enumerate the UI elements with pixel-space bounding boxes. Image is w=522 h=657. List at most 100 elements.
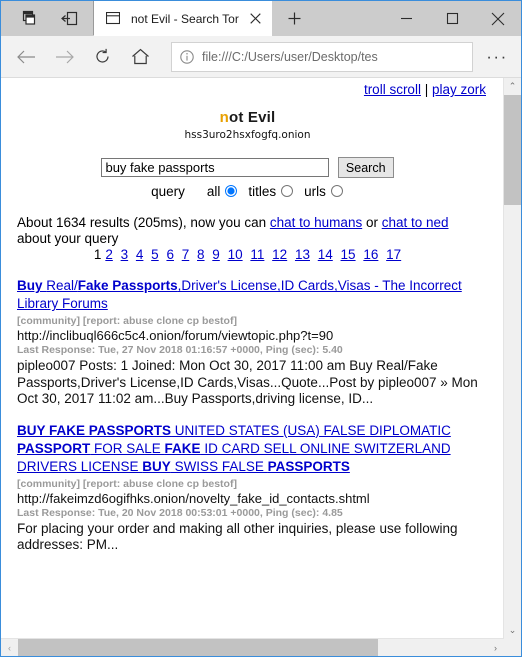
result-title-text: UNITED STATES (USA) FALSE DIPLOMATIC (171, 422, 451, 438)
tab-preview-icon[interactable] (9, 2, 47, 36)
radio-titles[interactable] (281, 185, 294, 198)
vertical-scrollbar[interactable]: ⌃ ⌄ (503, 78, 521, 639)
title-bar: not Evil - Search Tor (1, 1, 521, 36)
page-link-3[interactable]: 3 (121, 247, 129, 262)
scroll-right-icon[interactable]: › (487, 639, 504, 656)
results-summary: About 1634 results (205ms), now you can … (9, 215, 486, 247)
page-link-16[interactable]: 16 (363, 247, 378, 262)
logo-first-letter: n (219, 109, 229, 126)
pagination: 12 3 4 5 6 7 8 9 10 11 12 13 14 15 16 17 (9, 247, 486, 263)
troll-scroll-link[interactable]: troll scroll (364, 82, 421, 97)
search-result: Buy Real/Fake Passports,Driver's License… (9, 277, 486, 408)
back-button-icon[interactable] (7, 40, 45, 74)
result-title-highlight: FAKE (164, 440, 201, 456)
set-tabs-aside-icon[interactable] (51, 2, 89, 36)
search-button[interactable]: Search (337, 157, 394, 178)
result-title-highlight: BUY FAKE PASSPORTS (17, 422, 172, 438)
page-link-5[interactable]: 5 (151, 247, 159, 262)
page-link-17[interactable]: 17 (386, 247, 401, 262)
browser-window: not Evil - Search Tor file:///C:/Users/u… (0, 0, 522, 657)
vertical-scroll-thumb[interactable] (504, 95, 521, 205)
search-scope-options: query all titles urls (9, 184, 486, 199)
scroll-up-icon[interactable]: ⌃ (504, 78, 521, 95)
result-url: http://fakeimzd6ogifhks.onion/novelty_fa… (17, 490, 370, 506)
result-url: http://inclibuql666c5c4.onion/forum/view… (17, 328, 334, 344)
results-info-middle: or (362, 215, 382, 231)
maximize-button[interactable] (429, 1, 475, 36)
forward-button-icon[interactable] (45, 40, 83, 74)
result-title-highlight: Buy (17, 278, 47, 294)
page-link-10[interactable]: 10 (228, 247, 243, 262)
window-controls (383, 1, 521, 36)
search-row: Search (9, 157, 486, 178)
info-icon[interactable] (172, 49, 202, 64)
radio-all[interactable] (225, 185, 238, 198)
chat-to-humans-link[interactable]: chat to humans (270, 215, 362, 230)
logo-rest: ot Evil (228, 109, 276, 126)
page-link-4[interactable]: 4 (136, 247, 144, 262)
result-tags[interactable]: [community] [report: abuse clone cp best… (17, 314, 478, 328)
refresh-button-icon[interactable] (83, 40, 121, 74)
result-title-link[interactable]: Buy Real/Fake Passports,Driver's License… (17, 278, 462, 311)
play-zork-link[interactable]: play zork (432, 82, 486, 97)
scroll-left-icon[interactable]: ‹ (1, 639, 18, 656)
minimize-button[interactable] (383, 1, 429, 36)
result-tags[interactable]: [community] [report: abuse clone cp best… (17, 477, 478, 491)
page-link-11[interactable]: 11 (250, 247, 264, 262)
scroll-down-icon[interactable]: ⌄ (504, 622, 521, 639)
scrollbar-corner (504, 639, 521, 656)
page-link-14[interactable]: 14 (318, 247, 333, 262)
new-tab-button[interactable] (272, 1, 316, 36)
result-snippet: pipleo007 Posts: 1 Joined: Mon Oct 30, 2… (17, 358, 478, 407)
browser-tab[interactable]: not Evil - Search Tor (94, 1, 272, 36)
onion-address: hss3uro2hsxfogfq.onion (184, 129, 311, 141)
result-meta: Last Response: Tue, 27 Nov 2018 01:16:57… (17, 344, 343, 357)
address-bar[interactable]: file:///C:/Users/user/Desktop/tes (171, 41, 473, 72)
result-title-highlight: BUY (142, 458, 171, 474)
page-link-6[interactable]: 6 (166, 247, 174, 262)
home-button-icon[interactable] (121, 40, 159, 74)
result-title-highlight: PASSPORT (17, 440, 91, 456)
radio-urls[interactable] (330, 185, 343, 198)
toplinks-separator: | (420, 82, 432, 97)
page-link-12[interactable]: 12 (272, 247, 287, 262)
page-current: 1 (93, 247, 102, 263)
chat-to-ned-link[interactable]: chat to ned (382, 215, 449, 230)
page-content: troll scroll | play zork not Evil hss3ur… (1, 78, 496, 643)
page-viewport: troll scroll | play zork not Evil hss3ur… (1, 77, 521, 656)
result-meta: Last Response: Tue, 20 Nov 2018 00:53:01… (17, 506, 343, 519)
option-label-urls: urls (304, 184, 326, 199)
horizontal-scroll-thumb[interactable] (18, 639, 378, 656)
option-label-titles: titles (248, 184, 277, 199)
result-snippet: For placing your order and making all ot… (17, 520, 458, 553)
more-options-icon[interactable]: ··· (479, 47, 515, 67)
result-title-text: FOR SALE (90, 440, 165, 456)
top-links: troll scroll | play zork (9, 78, 486, 97)
result-title-text: Real/ (46, 278, 78, 294)
page-link-8[interactable]: 8 (197, 247, 205, 262)
results-info-suffix: about your query (17, 231, 119, 247)
result-title-link[interactable]: BUY FAKE PASSPORTS UNITED STATES (USA) F… (17, 423, 451, 474)
page-link-7[interactable]: 7 (182, 247, 190, 262)
page-link-2[interactable]: 2 (105, 247, 113, 262)
navigation-bar: file:///C:/Users/user/Desktop/tes ··· (1, 36, 521, 77)
titlebar-left-icons (1, 1, 93, 36)
site-logo: not Evil (9, 109, 486, 126)
page-link-9[interactable]: 9 (212, 247, 220, 262)
result-title-highlight: PASSPORTS (267, 458, 350, 474)
close-window-button[interactable] (475, 1, 521, 36)
close-tab-icon[interactable] (242, 6, 268, 32)
result-title-text: SWISS FALSE (170, 458, 268, 474)
horizontal-scrollbar[interactable]: ‹ › (1, 638, 504, 656)
result-title-highlight: Fake Passports (77, 278, 178, 294)
results-list: Buy Real/Fake Passports,Driver's License… (9, 277, 486, 554)
results-count-text: About 1634 results (205ms), now you can (17, 215, 270, 231)
query-label: query (151, 184, 185, 199)
search-result: BUY FAKE PASSPORTS UNITED STATES (USA) F… (9, 422, 486, 554)
search-input[interactable] (101, 158, 330, 177)
page-link-13[interactable]: 13 (295, 247, 310, 262)
tab-title: not Evil - Search Tor (131, 11, 239, 26)
page-favicon-icon (104, 10, 122, 28)
option-label-all: all (206, 184, 221, 199)
page-link-15[interactable]: 15 (341, 247, 356, 262)
